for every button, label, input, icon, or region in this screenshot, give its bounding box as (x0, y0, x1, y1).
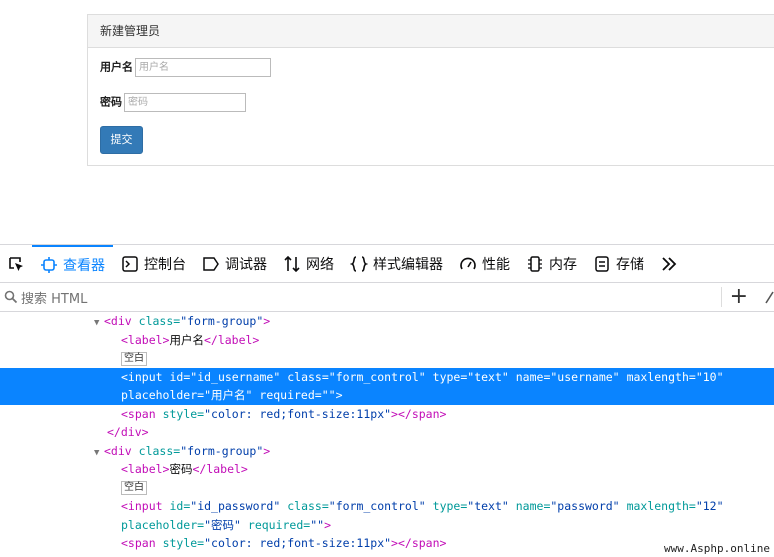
tree-node-span[interactable]: <span style="color: red;font-size:11px">… (0, 405, 774, 424)
console-icon (122, 255, 138, 272)
inspector-icon (41, 256, 57, 273)
tab-debugger[interactable]: 调试器 (194, 245, 275, 282)
tree-node-div-form-group[interactable]: ▼ <div class="form-group"> (0, 442, 774, 461)
memory-chip-icon (528, 255, 542, 272)
debugger-icon (203, 256, 219, 271)
tab-style-editor-label: 样式编辑器 (373, 256, 443, 273)
tab-style-editor[interactable]: 样式编辑器 (342, 245, 451, 282)
more-tools-button[interactable] (652, 245, 686, 282)
site-watermark: www.Asphp.online (660, 542, 774, 556)
storage-icon (595, 255, 609, 272)
tree-node-div-close[interactable]: </div> (0, 423, 774, 442)
username-input[interactable] (135, 58, 271, 77)
submit-button[interactable]: 提交 (100, 126, 143, 154)
tree-node-label[interactable]: <label>密码</label> (0, 460, 774, 479)
tab-inspector-label: 查看器 (63, 257, 105, 274)
tree-node-input-password-cont[interactable]: placeholder="密码" required=""> (0, 516, 774, 535)
username-label: 用户名 (100, 60, 133, 74)
eyedropper-icon[interactable] (764, 289, 774, 305)
tab-performance[interactable]: 性能 (451, 245, 518, 282)
password-label: 密码 (100, 95, 122, 109)
new-admin-panel: 新建管理员 用户名 密码 提交 (87, 14, 774, 166)
double-chevron-right-icon (662, 256, 677, 271)
braces-icon (350, 255, 368, 272)
tab-debugger-label: 调试器 (225, 256, 267, 273)
tab-network[interactable]: 网络 (275, 245, 342, 282)
tab-memory-label: 内存 (549, 256, 577, 273)
password-form-group: 密码 (100, 93, 246, 112)
searchbar-divider (721, 287, 722, 307)
tree-node-input-username-selected[interactable]: <input id="id_username" class="form_cont… (0, 367, 774, 386)
tree-node-div-form-group[interactable]: ▼ <div class="form-group"> (0, 312, 774, 331)
tree-node-label[interactable]: <label>用户名</label> (0, 331, 774, 350)
add-node-button[interactable]: + (730, 283, 748, 311)
tab-storage[interactable]: 存储 (585, 245, 652, 282)
tab-memory[interactable]: 内存 (518, 245, 585, 282)
username-form-group: 用户名 (100, 58, 271, 77)
element-picker-button[interactable] (0, 245, 32, 282)
password-input[interactable] (124, 93, 246, 112)
tree-node-span[interactable]: <span style="color: red;font-size:11px">… (0, 534, 774, 553)
whitespace-badge: 空白 (121, 351, 147, 366)
tab-console[interactable]: 控制台 (113, 245, 194, 282)
search-icon (4, 290, 18, 304)
tree-node-input-password[interactable]: <input id="id_password" class="form_cont… (0, 497, 774, 516)
markup-tree: ▼ <div class="form-group"> <label>用户名</la… (0, 312, 774, 553)
panel-title: 新建管理员 (88, 15, 774, 48)
tab-performance-label: 性能 (482, 256, 510, 273)
html-search-bar: 搜索 HTML + (0, 283, 774, 312)
network-arrows-icon (284, 255, 300, 272)
devtools-panel: 查看器 控制台 调试器 网络 样式编辑器 性能 内存 存储 搜索 HTML + … (0, 244, 774, 557)
tab-console-label: 控制台 (144, 256, 186, 273)
tab-network-label: 网络 (306, 256, 334, 273)
devtools-tabbar: 查看器 控制台 调试器 网络 样式编辑器 性能 内存 存储 (0, 245, 774, 283)
tree-node-whitespace[interactable]: 空白 (0, 349, 774, 368)
element-picker-icon (9, 256, 23, 271)
tab-inspector[interactable]: 查看器 (32, 245, 113, 282)
gauge-icon (460, 257, 476, 269)
search-html-input[interactable]: 搜索 HTML (21, 288, 87, 307)
whitespace-badge: 空白 (121, 481, 147, 495)
tree-node-input-username-cont[interactable]: placeholder="用户名" required=""> (0, 386, 774, 405)
tab-storage-label: 存储 (616, 256, 644, 273)
tree-node-whitespace[interactable]: 空白 (0, 479, 774, 498)
